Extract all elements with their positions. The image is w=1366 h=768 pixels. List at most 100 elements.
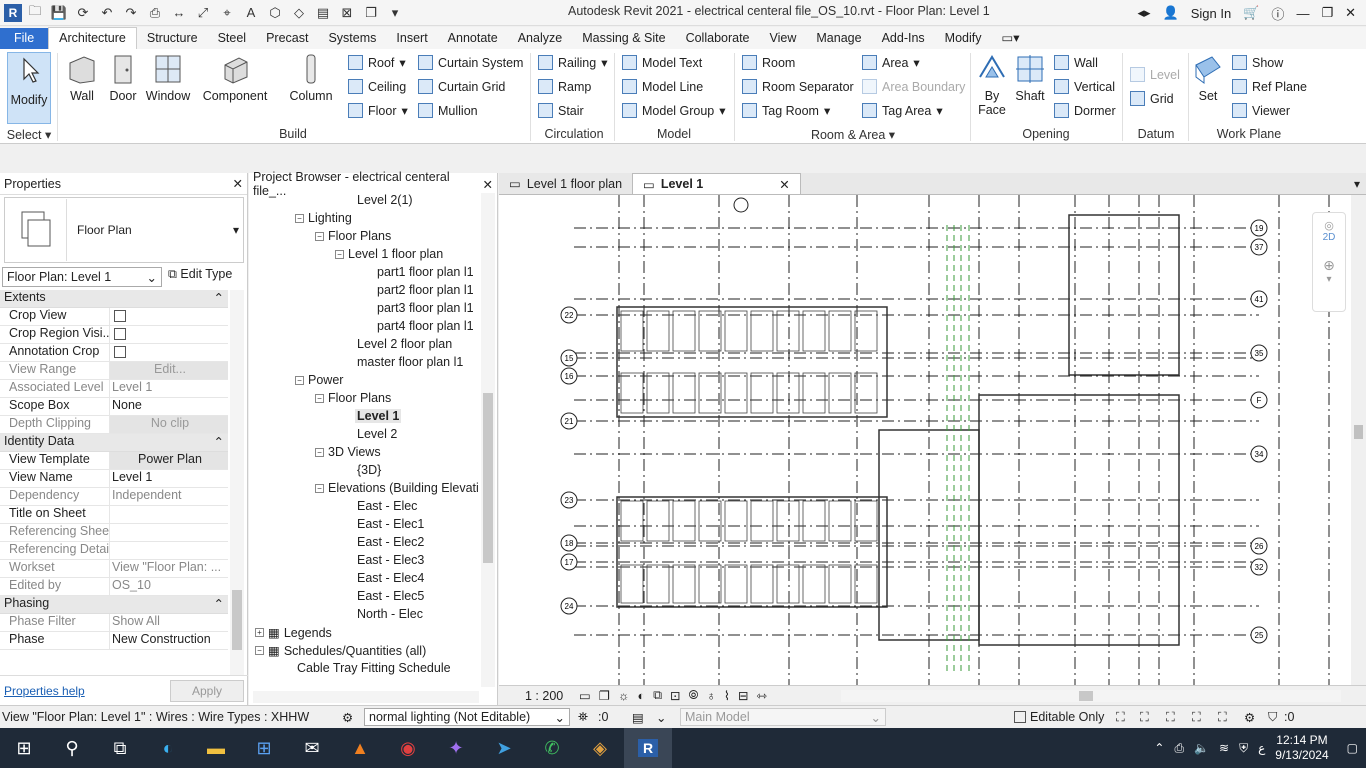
search-icon[interactable]: ⚲ [48, 728, 96, 768]
collapse-toggle-icon[interactable]: − [315, 447, 324, 457]
select-by-face-icon[interactable]: ⛶ [1192, 710, 1201, 725]
sign-in-link[interactable]: Sign In [1191, 6, 1231, 21]
network-icon[interactable]: ⎙ [1174, 741, 1184, 756]
tree-item[interactable]: part4 floor plan l1 [377, 319, 474, 333]
tab-view[interactable]: View [760, 28, 807, 49]
chevron-down-icon[interactable]: ▾ [1313, 274, 1345, 285]
chrome-icon[interactable]: ◉ [384, 728, 432, 768]
tab-manage[interactable]: Manage [806, 28, 871, 49]
tree-item[interactable]: part3 floor plan l1 [377, 301, 474, 315]
background-process-icon[interactable]: ⚙ [1244, 710, 1255, 725]
tree-item[interactable]: Cable Tray Fitting Schedule [297, 661, 451, 675]
user-icon[interactable]: 👤 [1163, 5, 1179, 21]
language-indicator[interactable]: ع [1258, 741, 1265, 755]
tree-item[interactable]: Level 2 [357, 427, 397, 441]
view-name-field[interactable]: Level 1 [110, 470, 228, 487]
tree-item[interactable]: East - Elec3 [357, 553, 424, 567]
tree-item[interactable]: + ▦ Legends [255, 625, 332, 640]
edit-type-button[interactable]: ⧉ Edit Type [168, 267, 232, 282]
tree-item[interactable]: East - Elec2 [357, 535, 424, 549]
volume-icon[interactable]: 🔈 [1194, 741, 1209, 755]
file-explorer-icon[interactable]: ▬ [192, 728, 240, 768]
active-workset-dropdown[interactable]: normal lighting (Not Editable) ⌄ [364, 708, 570, 726]
properties-help-link[interactable]: Properties help [4, 684, 85, 698]
model-text-button[interactable]: Model Text [622, 55, 702, 70]
level-button[interactable]: Level [1130, 67, 1180, 82]
start-icon[interactable]: ⊞ [0, 728, 48, 768]
main-model-dropdown[interactable]: Main Model ⌄ [680, 708, 886, 726]
area-button[interactable]: Area ▾ [862, 55, 920, 70]
chevron-up-icon[interactable]: ⌃ [1154, 741, 1164, 755]
tree-item[interactable]: East - Elec1 [357, 517, 424, 531]
vertical-opening-button[interactable]: Vertical [1054, 79, 1115, 94]
design-options-dropdown-icon[interactable]: ⌄ [656, 710, 666, 725]
tree-item[interactable]: Level 2 floor plan [357, 337, 452, 351]
curtain-system-button[interactable]: Curtain System [418, 55, 523, 70]
tab-architecture[interactable]: Architecture [48, 27, 137, 49]
category-phasing[interactable]: Phasing ⌃ [0, 596, 228, 614]
collapse-toggle-icon[interactable]: − [335, 249, 344, 259]
railing-button[interactable]: Railing ▾ [538, 55, 608, 70]
edge-icon[interactable]: ◐ [144, 728, 192, 768]
modify-button[interactable]: Modify [7, 52, 51, 124]
drawing-canvas[interactable]: 22 15 16 21 23 18 17 24 19 37 41 35 F 34 26 32 25 [499, 195, 1351, 685]
column-button[interactable]: Column [288, 53, 334, 103]
tab-structure[interactable]: Structure [137, 28, 208, 49]
wall-opening-button[interactable]: Wall [1054, 55, 1098, 70]
3d-view-icon[interactable]: ⬡ [264, 2, 286, 24]
revit-logo-icon[interactable]: R [4, 3, 22, 22]
switch-windows-icon[interactable]: ❐ [360, 2, 382, 24]
scroll-thumb[interactable] [232, 590, 242, 650]
room-button[interactable]: Room [742, 55, 795, 70]
category-identity-data[interactable]: Identity Data ⌃ [0, 434, 228, 452]
tree-item[interactable]: East - Elec4 [357, 571, 424, 585]
store-icon[interactable]: ⊞ [240, 728, 288, 768]
tree-item[interactable]: − Level 1 floor plan [335, 247, 443, 261]
room-area-panel-label[interactable]: Room & Area ▾ [738, 127, 968, 142]
close-icon[interactable]: ✕ [233, 176, 243, 191]
collapse-toggle-icon[interactable]: − [315, 393, 324, 403]
viewer-button[interactable]: Viewer [1232, 103, 1290, 118]
close-icon[interactable]: ✕ [483, 177, 493, 192]
collapse-toggle-icon[interactable]: − [315, 483, 324, 493]
crop-view-icon[interactable]: ⧉ [653, 688, 662, 703]
view-cube-icon[interactable]: ◎ [1313, 219, 1345, 232]
view-tab-level1[interactable]: ▭ Level 1 ✕ [632, 173, 801, 194]
reveal-hidden-icon[interactable]: ♁ [707, 689, 716, 703]
close-hidden-icon[interactable]: ⊠ [336, 2, 358, 24]
constraints-icon[interactable]: ⇿ [756, 688, 766, 703]
ref-plane-button[interactable]: Ref Plane [1232, 79, 1307, 94]
restore-button[interactable]: ❐ [1321, 5, 1333, 21]
zoom-icon[interactable]: ⊕ [1313, 257, 1345, 274]
ceiling-button[interactable]: Ceiling [348, 79, 406, 94]
collapse-toggle-icon[interactable]: − [295, 375, 304, 385]
aligned-dimension-icon[interactable]: ⤢ [192, 2, 214, 24]
save-icon[interactable]: 💾 [48, 2, 70, 24]
type-selector-box[interactable]: Floor Plan ▾ [4, 197, 244, 263]
tab-modify[interactable]: Modify [935, 28, 992, 49]
text-icon[interactable]: A [240, 2, 262, 24]
mullion-button[interactable]: Mullion [418, 103, 478, 118]
highlight-icon[interactable]: ⊟ [738, 688, 748, 703]
expand-toggle-icon[interactable]: + [255, 628, 264, 637]
tree-item[interactable]: − Lighting [295, 211, 352, 225]
tree-item[interactable]: − Floor Plans [315, 229, 391, 243]
stair-button[interactable]: Stair [538, 103, 584, 118]
view-vertical-scrollbar[interactable] [1351, 195, 1366, 685]
window-button[interactable]: Window [144, 53, 192, 103]
design-options-icon[interactable]: ▤ [632, 710, 644, 725]
collapse-toggle-icon[interactable]: − [255, 646, 264, 655]
tree-item-selected[interactable]: Level 1 [355, 409, 402, 423]
tag-room-button[interactable]: Tag Room ▾ [742, 103, 830, 118]
area-boundary-button[interactable]: Area Boundary [862, 79, 965, 94]
tab-massing-site[interactable]: Massing & Site [572, 28, 675, 49]
select-panel-label[interactable]: Select ▾ [6, 127, 52, 142]
open-icon[interactable]: 🗀 [24, 2, 46, 24]
curtain-grid-button[interactable]: Curtain Grid [418, 79, 505, 94]
app-icon[interactable]: ◈ [576, 728, 624, 768]
select-underlay-icon[interactable]: ⛶ [1140, 710, 1149, 725]
crop-region-checkbox[interactable] [114, 328, 126, 340]
show-crop-icon[interactable]: ⊡ [670, 688, 680, 703]
shadows-icon[interactable]: ◐ [638, 689, 646, 703]
by-face-button[interactable]: By Face [976, 53, 1008, 117]
